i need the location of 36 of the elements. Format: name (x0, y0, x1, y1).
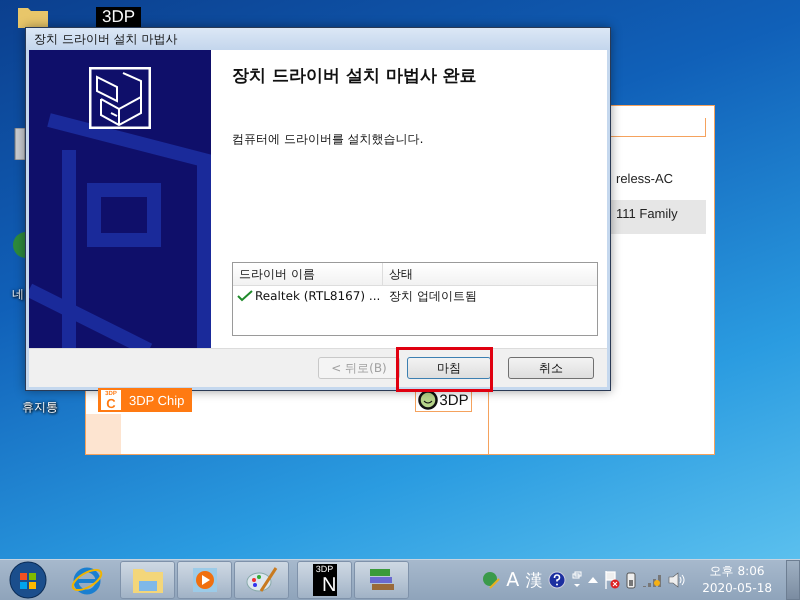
window-title: 장치 드라이버 설치 마법사 (34, 30, 178, 48)
media-player-button[interactable] (177, 561, 232, 599)
globe-icon[interactable] (12, 232, 26, 258)
desktop-icon-label[interactable]: 휴지통 (22, 400, 58, 414)
smiley-icon (418, 390, 438, 410)
folder-taskbar-button[interactable] (120, 561, 175, 599)
hardware-icon (89, 67, 151, 129)
column-header[interactable]: 드라이버 이름 (233, 263, 383, 285)
network-app-button[interactable]: 3DP N (297, 561, 352, 599)
side-panel (86, 414, 121, 454)
show-hidden-icons-arrow-icon[interactable] (588, 576, 598, 584)
clock-date: 2020-05-18 (702, 580, 772, 597)
desktop-icon-label[interactable]: 네 (12, 286, 26, 303)
wizard-button[interactable]: 취소 (508, 357, 594, 379)
folder-icon[interactable] (18, 6, 48, 28)
start-button[interactable] (8, 560, 48, 600)
restore-icon[interactable] (572, 571, 582, 589)
desktop-icon-text: 3DP (96, 7, 142, 27)
utility-button[interactable] (354, 561, 409, 599)
paint-button[interactable] (234, 561, 289, 599)
flag-icon[interactable] (604, 570, 620, 590)
show-desktop-button[interactable] (786, 560, 800, 600)
completion-message: 컴퓨터에 드라이버를 설치했습니다. (232, 131, 424, 148)
battery-icon[interactable] (626, 571, 636, 589)
driver-name-cell: Realtek (RTL8167) ... (233, 289, 383, 303)
signal-icon[interactable] (642, 572, 662, 588)
column-header[interactable]: 상태 (383, 263, 597, 285)
palette-icon (244, 565, 278, 595)
clock-time: 오후 8:06 (710, 563, 764, 580)
wizard-heading: 장치 드라이버 설치 마법사 완료 (232, 65, 478, 87)
wizard-button[interactable]: 마침 (407, 357, 491, 379)
status-cell-text: 장치 업데이트됨 (388, 288, 478, 304)
help-icon[interactable] (548, 571, 566, 589)
speaker-icon[interactable] (668, 572, 686, 588)
device-name-text: reless-AC (615, 170, 674, 188)
globe-pencil-icon[interactable] (482, 571, 500, 589)
